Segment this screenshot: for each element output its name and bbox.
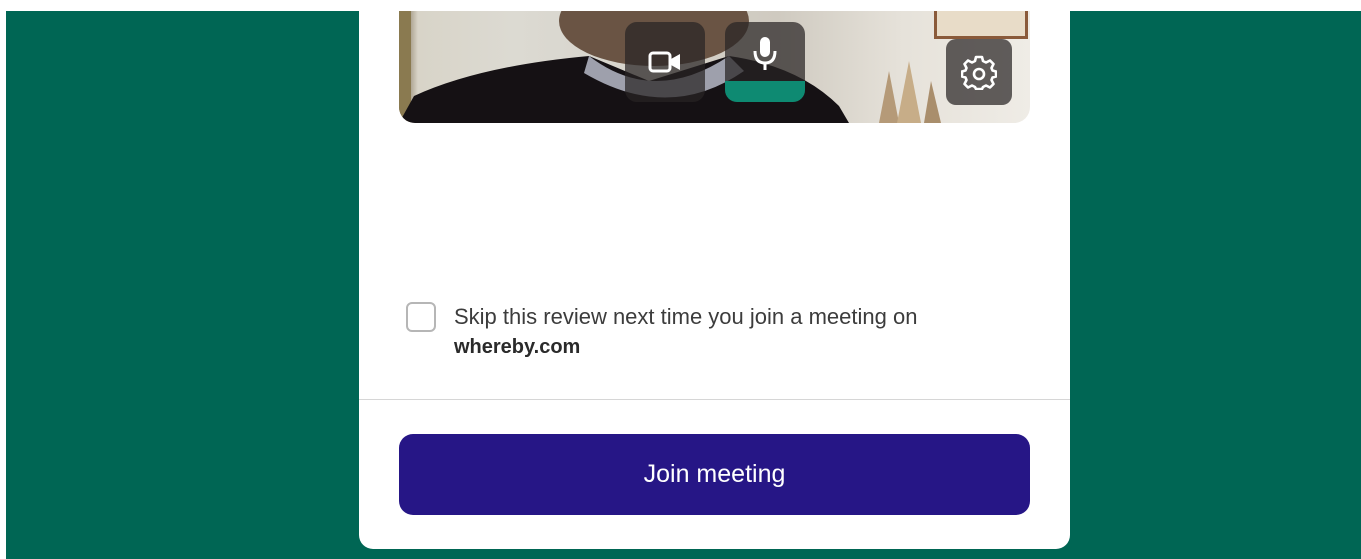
camera-toggle-button[interactable] xyxy=(625,22,705,102)
mic-level-indicator xyxy=(725,81,805,102)
skip-review-domain: whereby.com xyxy=(454,336,581,358)
wall-picture-frame xyxy=(934,11,1028,39)
settings-button[interactable] xyxy=(946,39,1012,105)
video-camera-icon xyxy=(648,51,680,73)
skip-review-text: Skip this review next time you join a me… xyxy=(454,302,917,362)
gear-icon xyxy=(961,55,997,90)
skip-review-checkbox[interactable] xyxy=(406,302,436,332)
prejoin-card: Skip this review next time you join a me… xyxy=(359,0,1070,549)
camera-preview xyxy=(399,11,1030,123)
microphone-icon xyxy=(753,37,777,70)
microphone-toggle-button[interactable] xyxy=(725,22,805,102)
skip-review-label: Skip this review next time you join a me… xyxy=(454,304,918,329)
footer-divider xyxy=(359,399,1070,400)
join-meeting-button[interactable]: Join meeting xyxy=(399,434,1030,515)
skip-review-row: Skip this review next time you join a me… xyxy=(406,302,1026,362)
